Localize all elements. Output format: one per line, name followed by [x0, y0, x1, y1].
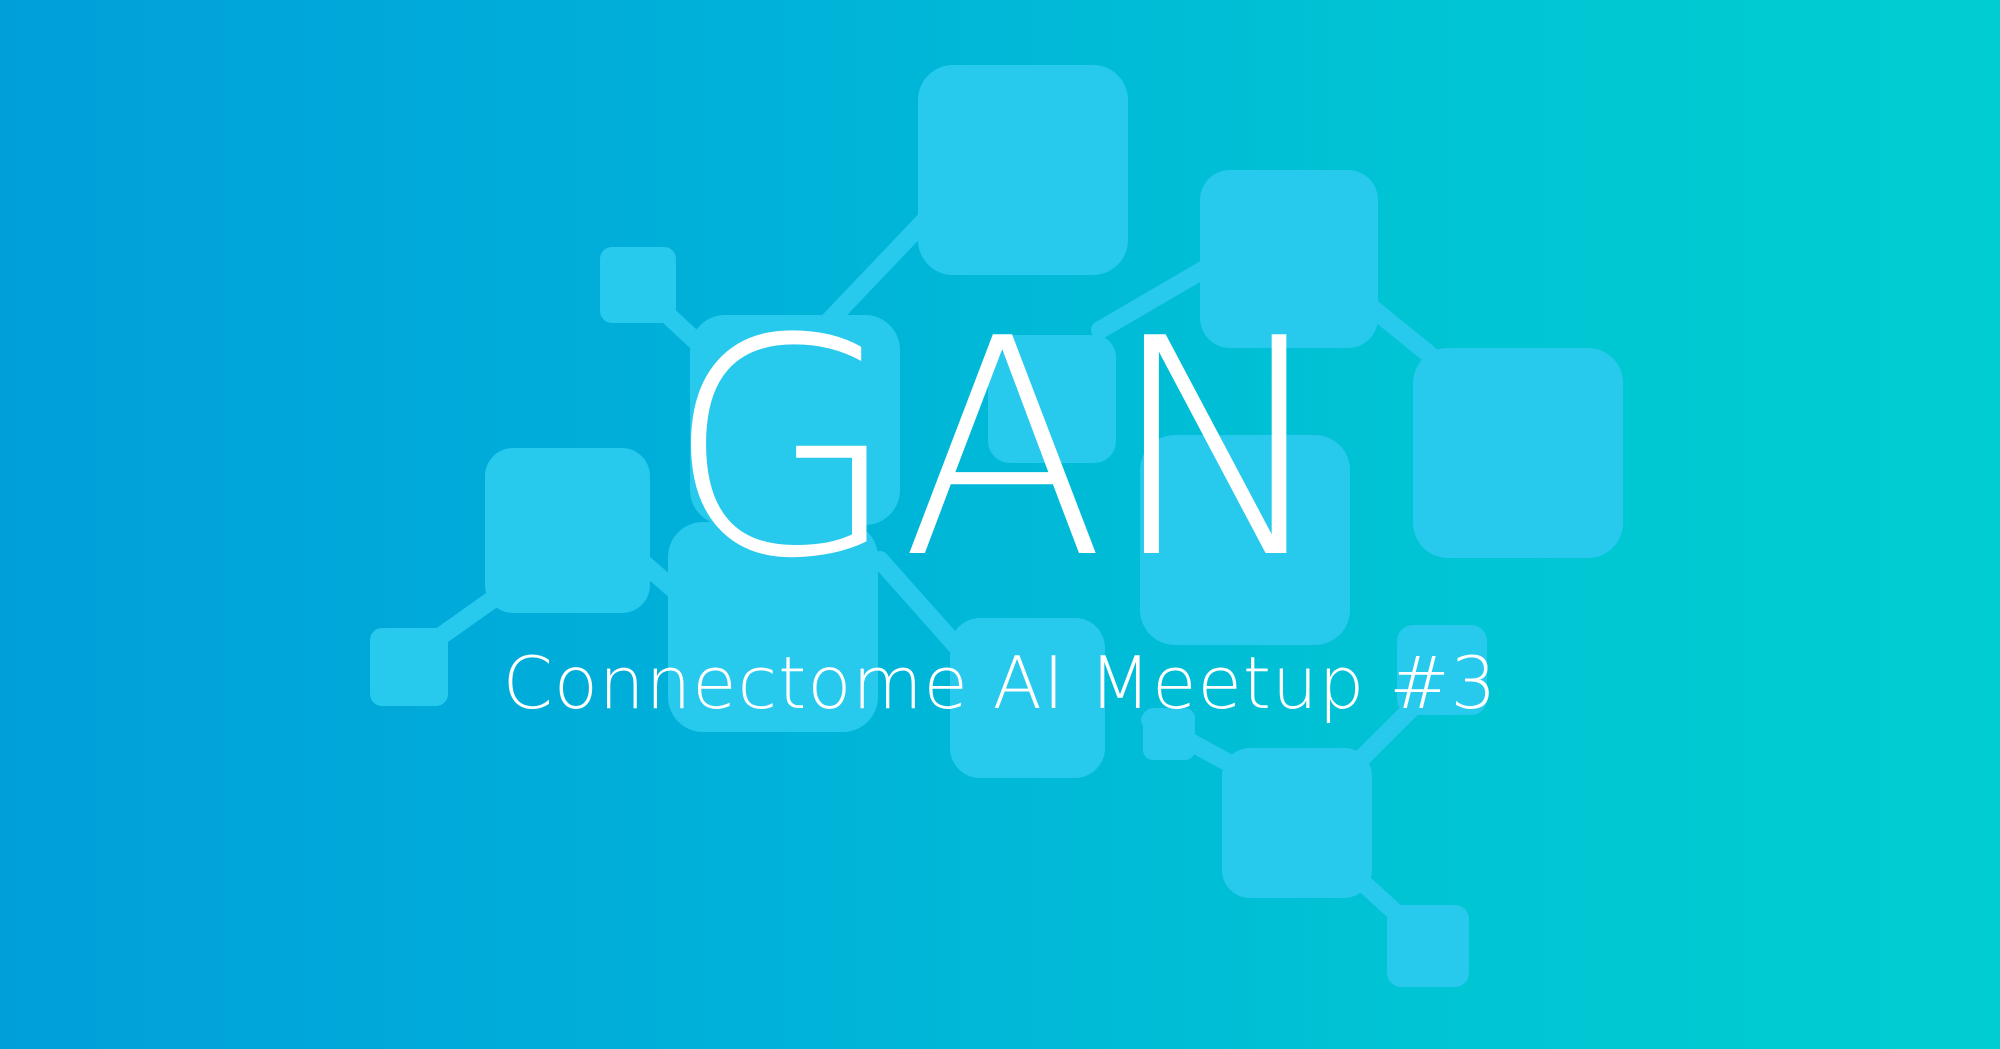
subtitle: Connectome AI Meetup #3: [502, 641, 1498, 725]
main-title: GAN: [665, 275, 1335, 624]
graph-node: [918, 65, 1128, 275]
graph-node: [1222, 748, 1372, 898]
graph-node: [1387, 905, 1469, 987]
banner: GAN Connectome AI Meetup #3: [0, 0, 2000, 1049]
